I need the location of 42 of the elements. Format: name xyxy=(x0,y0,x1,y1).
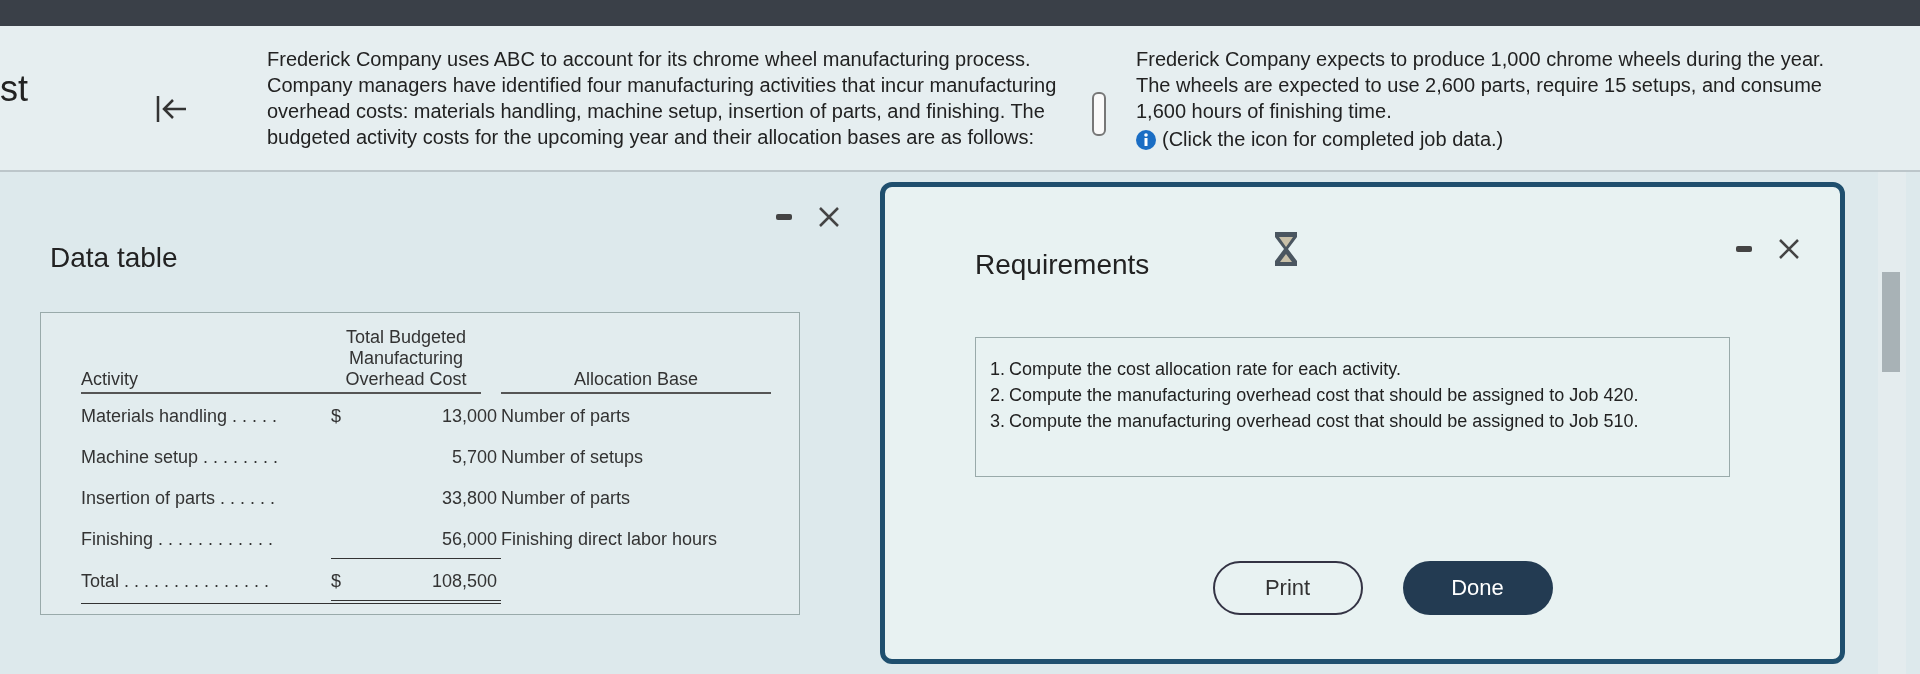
table-cell-text: Insertion of parts . . . . . . xyxy=(81,487,277,510)
item-number: 2. xyxy=(990,384,1005,407)
info-icon[interactable] xyxy=(1136,129,1156,150)
scrollbar[interactable] xyxy=(1878,172,1906,674)
cut-off-label: st xyxy=(0,68,29,110)
close-icon[interactable] xyxy=(1778,238,1800,260)
table-cell-text: Machine setup . . . . . . . . xyxy=(81,446,280,469)
table-cell: 13,000 xyxy=(441,406,497,427)
requirement-text: Compute the manufacturing overhead cost that should be assigned to Job 420. xyxy=(1009,384,1639,407)
table-cell-text: Number of setups xyxy=(501,446,645,469)
table-cell: 33,800 xyxy=(441,488,497,509)
done-button[interactable]: Done xyxy=(1402,561,1553,615)
problem-text: Frederick Company uses ABC to account for its chrome wheel manufacturing process. Company managers have identified four manufacturing activities that incur manufacturing overhead costs: materials handling, machine setup, insertion of parts, and finishing. The budgeted activity costs for the upcoming year and their allocation bases are as follows: xyxy=(267,47,1058,150)
table-cell: $ xyxy=(331,571,341,592)
table-cell-text: Number of parts xyxy=(501,405,632,428)
column-header: Allocation Base xyxy=(501,369,771,394)
column-header: Activity xyxy=(81,369,331,394)
table-cell-text: Number of parts xyxy=(501,487,632,510)
table-cell: 108,500 xyxy=(431,571,497,592)
table-cell: Total . . . . . . . . . . . . . . . xyxy=(81,559,331,604)
resize-handle[interactable] xyxy=(1092,92,1106,136)
requirement-text: Compute the manufacturing overhead cost that should be assigned to Job 510. xyxy=(1009,410,1639,433)
print-button[interactable]: Print xyxy=(1212,561,1363,615)
minimize-icon[interactable] xyxy=(776,214,792,220)
table-cell-text: Finishing . . . . . . . . . . . . xyxy=(81,528,275,551)
minimize-icon[interactable] xyxy=(1736,246,1752,252)
table-cell: $ xyxy=(331,406,341,427)
back-arrow-icon[interactable] xyxy=(155,94,189,124)
hourglass-icon xyxy=(1274,231,1299,267)
item-number: 1. xyxy=(990,358,1005,381)
table-cell: 5,700 xyxy=(451,447,497,468)
close-icon[interactable] xyxy=(818,206,840,228)
requirement-text: Compute the cost allocation rate for each activity. xyxy=(1009,358,1401,381)
column-header: Total Budgeted Manufacturing Overhead Cost xyxy=(331,327,481,394)
info-note: (Click the icon for completed job data.) xyxy=(1162,128,1504,151)
table-cell: 56,000 xyxy=(441,529,497,550)
table-cell-text: Finishing direct labor hours xyxy=(501,528,719,551)
table-cell-text: Materials handling . . . . . xyxy=(81,405,279,428)
problem-text: Frederick Company expects to produce 1,000 chrome wheels during the year. The wheels are expected to use 2,600 parts, require 15 setups, and consume 1,600 hours of finishing time. xyxy=(1136,47,1826,124)
window-title: Requirements xyxy=(975,249,1150,281)
window-title: Data table xyxy=(50,242,178,275)
item-number: 3. xyxy=(990,410,1005,433)
